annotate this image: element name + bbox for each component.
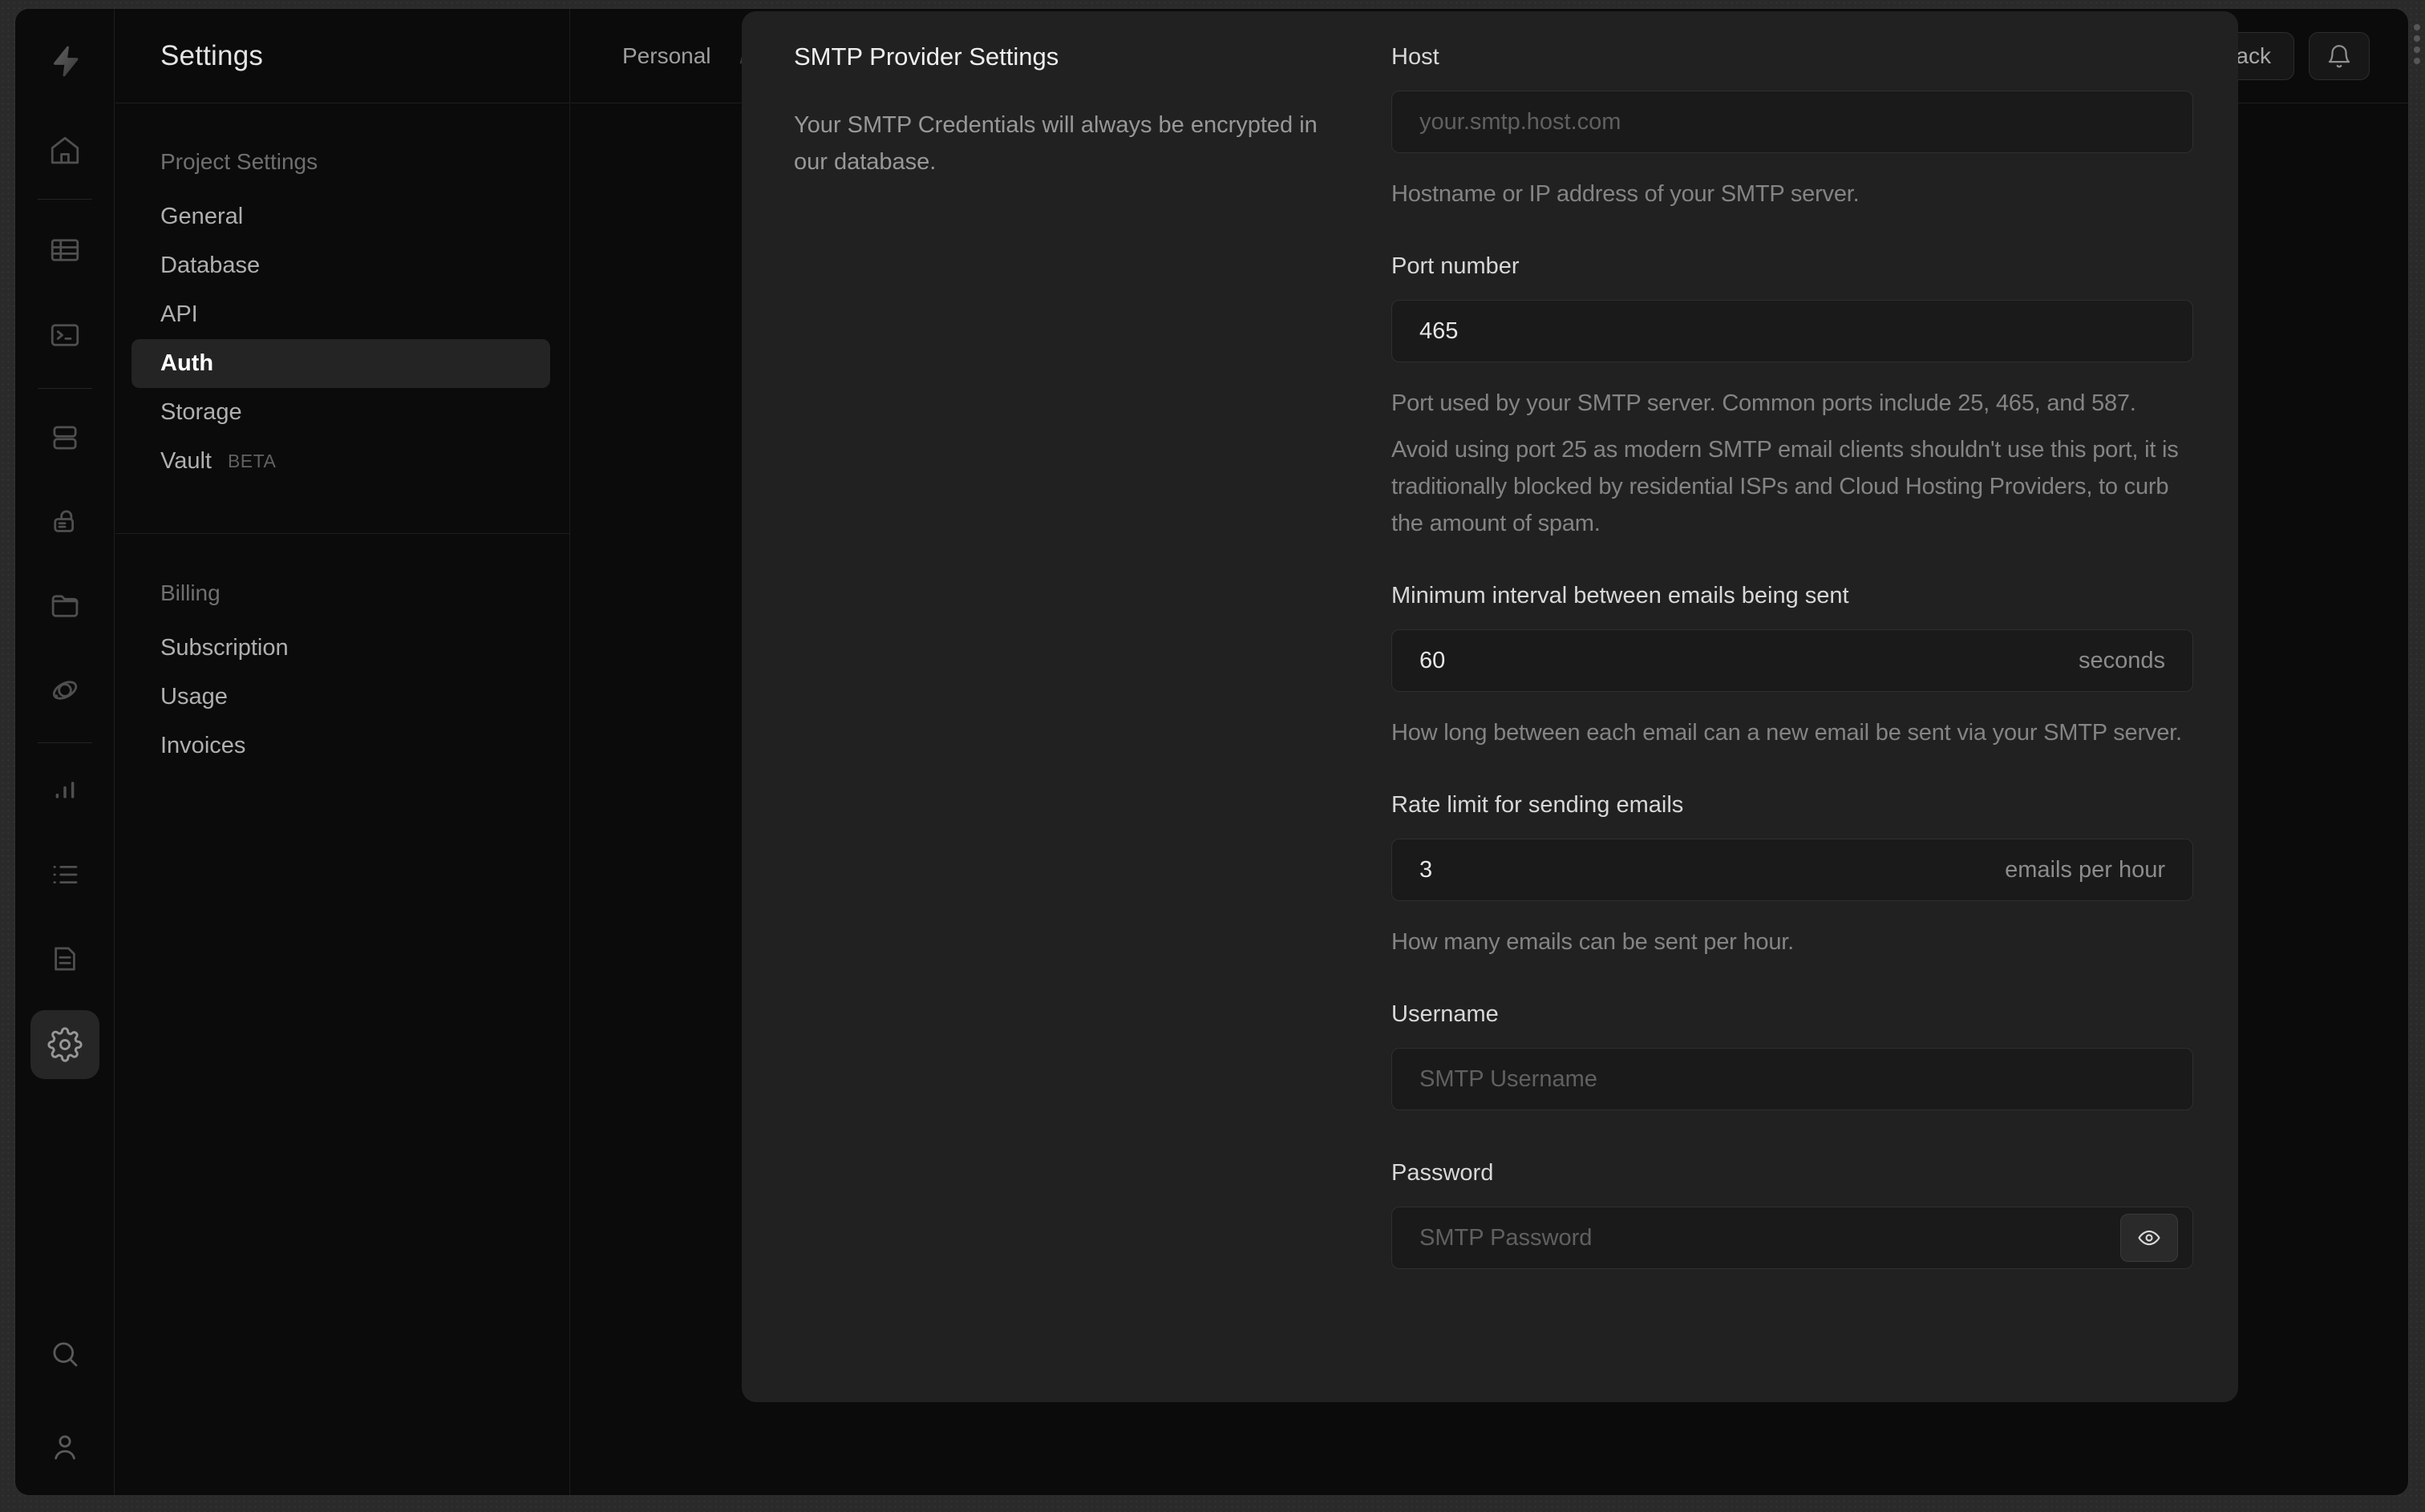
host-input[interactable] (1419, 108, 2165, 135)
section-heading-billing: Billing (160, 580, 221, 605)
host-label: Host (1391, 44, 1439, 70)
password-input-wrap (1391, 1207, 2193, 1269)
port-warning: Avoid using port 25 as modern SMTP email… (1391, 437, 2179, 536)
storage-folder-icon[interactable] (15, 589, 115, 623)
port-label: Port number (1391, 253, 1520, 279)
host-input-wrap (1391, 91, 2193, 153)
rail-divider (38, 742, 92, 743)
sidebar-item-invoices[interactable]: Invoices (132, 722, 550, 770)
icon-rail (15, 9, 115, 1495)
database-icon[interactable] (15, 421, 115, 455)
port-helper: Port used by your SMTP server. Common po… (1391, 390, 2136, 416)
username-input[interactable] (1419, 1065, 2165, 1093)
rate-input[interactable] (1419, 856, 2006, 883)
table-editor-icon[interactable] (15, 233, 115, 267)
password-label: Password (1391, 1160, 1494, 1186)
password-input[interactable] (1419, 1224, 2107, 1251)
sidebar-item-database[interactable]: Database (132, 241, 550, 290)
logs-list-icon[interactable] (15, 858, 115, 891)
username-input-wrap (1391, 1048, 2193, 1110)
scrollbar-dots (2414, 24, 2422, 69)
reports-chart-icon[interactable] (15, 774, 115, 807)
project-settings-gear-icon[interactable] (30, 1010, 99, 1079)
sidebar-title: Settings (115, 9, 569, 103)
interval-input[interactable] (1419, 647, 2079, 674)
username-field-group: Username (1391, 1000, 2193, 1110)
beta-badge: BETA (227, 451, 277, 471)
password-field-group: Password (1391, 1158, 2193, 1269)
sidebar-item-vault[interactable]: Vault BETA (132, 437, 550, 486)
rail-divider (38, 388, 92, 389)
sidebar-item-general[interactable]: General (132, 192, 550, 241)
content-area: Personal / acme Help Feedback (571, 9, 2408, 1495)
bell-icon (2328, 44, 2350, 67)
edge-functions-icon[interactable] (15, 673, 115, 707)
port-input[interactable] (1419, 317, 2165, 345)
rate-label: Rate limit for sending emails (1391, 792, 1684, 818)
sidebar-item-usage[interactable]: Usage (132, 673, 550, 722)
port-input-wrap (1391, 300, 2193, 362)
account-user-icon[interactable] (15, 1430, 115, 1464)
interval-field-group: Minimum interval between emails being se… (1391, 581, 2193, 751)
rate-input-wrap: emails per hour (1391, 839, 2193, 901)
reveal-password-button[interactable] (2120, 1214, 2178, 1262)
interval-helper: How long between each email can a new em… (1391, 720, 2182, 746)
sidebar-divider (115, 533, 569, 534)
host-helper: Hostname or IP address of your SMTP serv… (1391, 181, 1860, 207)
sidebar-item-storage[interactable]: Storage (132, 388, 550, 437)
rate-helper: How many emails can be sent per hour. (1391, 929, 1794, 955)
search-icon[interactable] (15, 1337, 115, 1371)
eye-icon (2138, 1230, 2160, 1246)
rail-divider (38, 199, 92, 200)
interval-label: Minimum interval between emails being se… (1391, 583, 1849, 608)
host-field-group: Host Hostname or IP address of your SMTP… (1391, 42, 2193, 212)
interval-unit: seconds (2078, 647, 2165, 673)
notifications-bell-button[interactable] (2309, 31, 2370, 80)
section-heading-project-settings: Project Settings (160, 149, 318, 174)
breadcrumb-org[interactable]: Personal (622, 43, 711, 69)
interval-input-wrap: seconds (1391, 629, 2193, 692)
smtp-section-title: SMTP Provider Settings (794, 42, 1059, 71)
supabase-logo[interactable] (15, 44, 115, 78)
sidebar-item-api[interactable]: API (132, 290, 550, 339)
app-window: Settings Project Settings General Databa… (14, 8, 2409, 1496)
username-label: Username (1391, 1001, 1499, 1027)
authentication-lock-icon[interactable] (15, 505, 115, 539)
rate-unit: emails per hour (2005, 856, 2165, 883)
home-icon[interactable] (15, 134, 115, 168)
rate-field-group: Rate limit for sending emails emails per… (1391, 790, 2193, 960)
sidebar-item-auth[interactable]: Auth (132, 339, 550, 388)
settings-sidebar: Settings Project Settings General Databa… (115, 9, 570, 1495)
sidebar-item-subscription[interactable]: Subscription (132, 624, 550, 673)
smtp-form: Host Hostname or IP address of your SMTP… (1391, 42, 2193, 1269)
port-field-group: Port number Port used by your SMTP serve… (1391, 252, 2193, 542)
api-docs-file-icon[interactable] (15, 942, 115, 976)
sql-editor-icon[interactable] (15, 318, 115, 352)
smtp-section-description: Your SMTP Credentials will always be enc… (794, 112, 1318, 175)
smtp-settings-panel: SMTP Provider Settings Your SMTP Credent… (742, 11, 2238, 1402)
